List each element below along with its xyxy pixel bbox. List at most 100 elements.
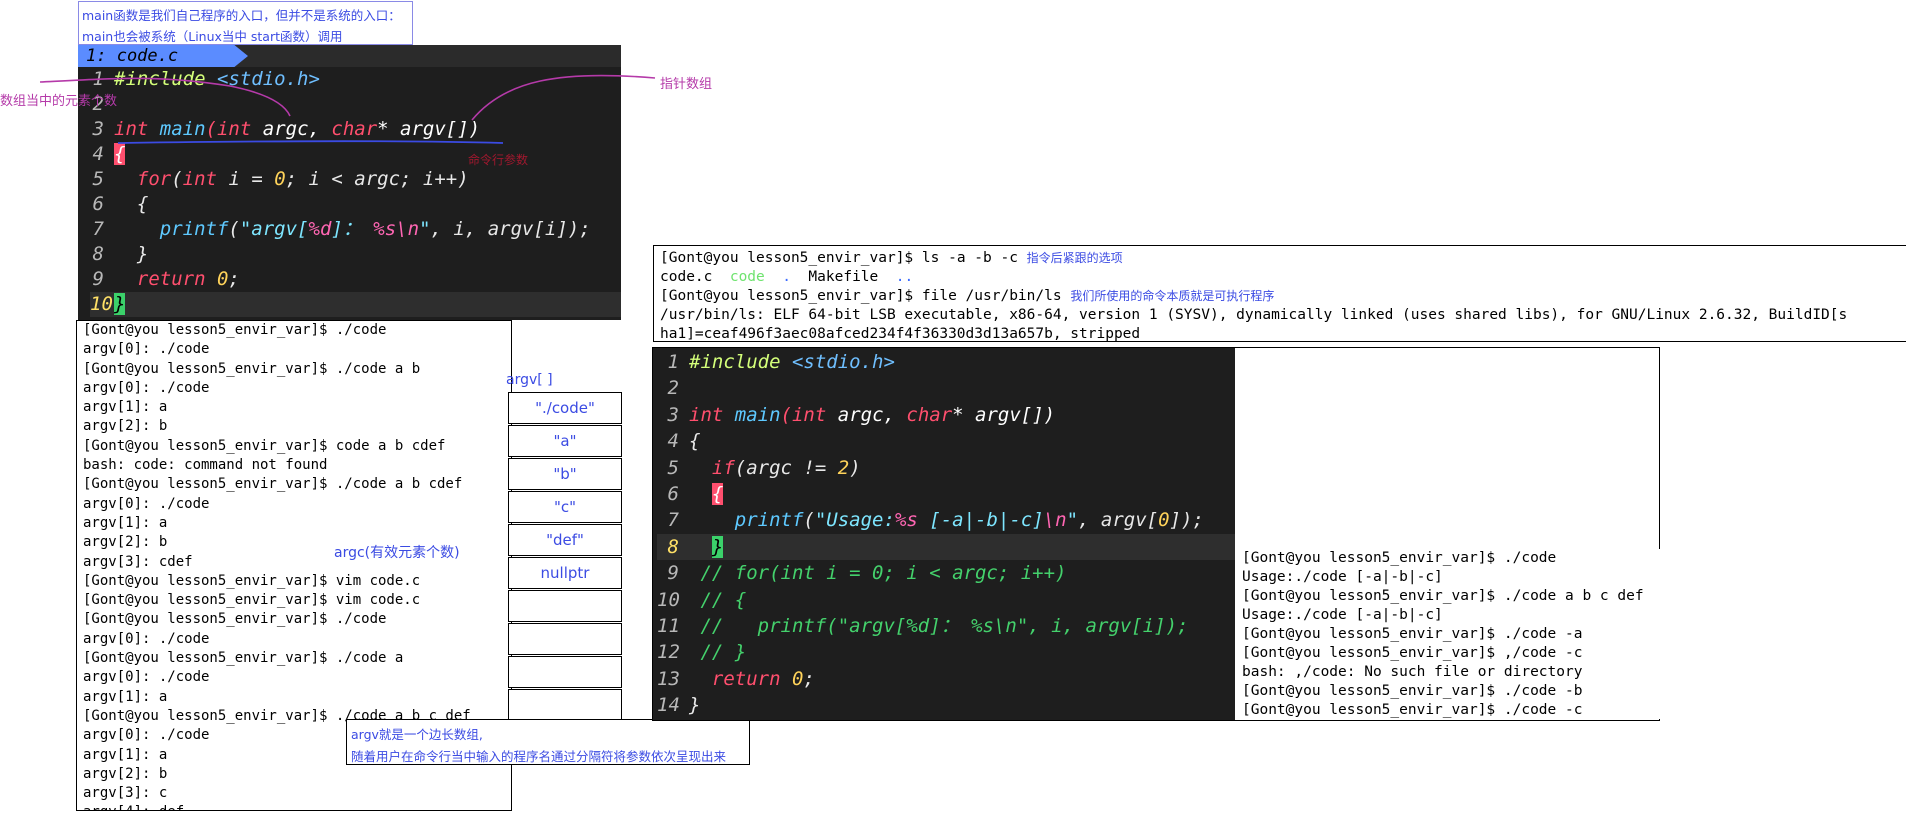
line-number: 7 [667,509,679,532]
terminal-line: [Gont@you lesson5_envir_var]$ ./code -c [1242,702,1583,718]
argv-element-box: "b" [508,458,622,490]
code-token: } [136,243,149,265]
code-token: argc, [826,403,907,426]
terminal-line: [Gont@you lesson5_envir_var]$ ./code -a [1242,626,1583,642]
code-token: int [114,118,149,140]
terminal-line: argv[2]: b [83,418,168,435]
code-token: 2 [837,456,850,479]
line-number: 3 [92,118,104,140]
file-output-line: /usr/bin/ls: ELF 64-bit LSB executable, … [660,307,1848,323]
code-token: argc, [251,118,332,140]
argv-element-box: "a" [508,425,622,457]
code-token: main [734,403,781,426]
line-number: 7 [92,218,104,240]
line-number: 5 [667,456,679,479]
code-token: { [689,430,701,453]
code-token: char [331,118,378,140]
vim-tab-label: 1: code.c [86,46,179,66]
terminal-line: argv[2]: b [83,765,168,782]
code-token: } [114,293,126,315]
line-number: 6 [667,482,679,505]
code-token: int [182,168,217,190]
annotation-cmdline-args: 命令行参数 [468,153,529,167]
code-token: ( [171,168,183,190]
code-token: return [711,667,781,690]
line-number: 10 [657,588,680,611]
code-token: ; [228,268,240,290]
line-number: 8 [92,243,104,265]
code-editor-1[interactable]: 1: code.c 1 #include <stdio.h> 2 3 int mai… [78,45,621,320]
terminal-2[interactable]: [Gont@you lesson5_envir_var]$ ./code Usag… [1238,549,1660,719]
code-token: printf [159,218,229,240]
terminal-line: [Gont@you lesson5_envir_var]$ ./code [83,322,387,338]
code-token: %d [308,218,332,240]
code-token: i = [217,168,275,190]
terminal-line: [Gont@you lesson5_envir_var]$ ./code a b [83,360,421,377]
code-token: ; [803,667,815,690]
code-token: (argc != [734,456,838,479]
code-token: "argv[ [239,218,309,240]
ls-entry: code.c [660,269,730,285]
code-token: { [114,143,126,165]
code-token: } [711,535,724,558]
code-token: \n [396,218,420,240]
code-editor-2[interactable]: 1 #include <stdio.h> 2 3 int main(int argc… [653,348,1235,720]
code-token: 0 [205,268,229,290]
terminal-line: Usage:./code [-a|-b|-c] [1242,569,1443,585]
argv-element-box [508,590,622,622]
terminal-line: bash: code: command not found [83,457,328,474]
code-token: for [136,168,172,190]
terminal-line: bash: ,/code: No such file or directory [1242,664,1583,680]
code-token: printf [734,509,804,532]
code-token: \n [1043,509,1067,532]
argv-element-box [508,623,622,655]
code-token: <stdio.h> [791,351,895,373]
terminal-ls[interactable]: [Gont@you lesson5_envir_var]$ ls -a -b -… [653,245,1906,342]
code-comment: // for(int i = 0; i < argc; i++) [700,562,1067,585]
code-token: , argv[ [1078,509,1159,532]
terminal-line: [Gont@you lesson5_envir_var]$ code a b c… [83,437,446,454]
top-note-line2: main也会被系统（Linux当中 start函数）调用 [82,29,343,44]
line-number: 4 [667,430,679,453]
code-token: (int [780,403,827,426]
terminal-line: argv[0]: ./code [83,669,210,686]
code-token: int [689,403,724,426]
argv-element-box: "./code" [508,392,622,424]
code-comment: // { [700,588,747,611]
annotation-cmd-is-exec: 我们所使用的命令本质就是可执行程序 [1070,289,1275,303]
terminal-line: argv[0]: ./code [83,379,210,396]
terminal-prompt: [Gont@you lesson5_envir_var]$ ls [660,250,949,266]
code-token: * argv[]) [377,118,481,140]
annotation-elements-count: 数组当中的元素个数 [0,94,118,109]
argv-array-diagram: "./code" "a" "b" "c" "def" nullptr [508,392,648,721]
ls-options: -a -b -c [948,250,1018,266]
code-token: if [711,456,735,479]
annotation-pointer-array: 指针数组 [660,77,713,92]
annotation-argc: argc(有效元素个数) [334,545,460,561]
terminal-line: argv[1]: a [83,688,168,705]
terminal-line: [Gont@you lesson5_envir_var]$ ./code [1242,550,1557,566]
code-token: ( [803,509,815,532]
line-number: 11 [657,614,680,637]
file-output-line: ha1]=ceaf496f3aec08afced234f4f36330d3d13… [660,326,1141,342]
terminal-line: argv[1]: a [83,399,168,416]
line-number: 3 [667,403,679,426]
argv-element-box [508,656,622,688]
line-number: 4 [92,143,104,165]
terminal-line: [Gont@you lesson5_envir_var]$ vim code.c [83,572,421,589]
code-token: 0 [274,168,286,190]
ls-entry: . [764,269,809,285]
code-token: 0 [1158,509,1170,532]
code-token: ) [849,456,861,479]
code-token: <stdio.h> [216,68,320,90]
file-command: file /usr/bin/ls [921,288,1062,304]
argv-element-box: "c" [508,491,622,523]
code-token: ( [228,218,240,240]
terminal-line: argv[3]: c [83,785,168,802]
vim-tab[interactable]: 1: code.c [78,45,248,67]
line-number: 1 [92,68,104,90]
code-token: ]： [331,218,374,240]
argv-explanation-note: argv就是一个边长数组, 随着用户在命令行当中输入的程序名通过分隔符将参数依次… [346,719,750,765]
line-number: 12 [657,641,680,664]
terminal-line: [Gont@you lesson5_envir_var]$ ./code a [83,650,404,667]
